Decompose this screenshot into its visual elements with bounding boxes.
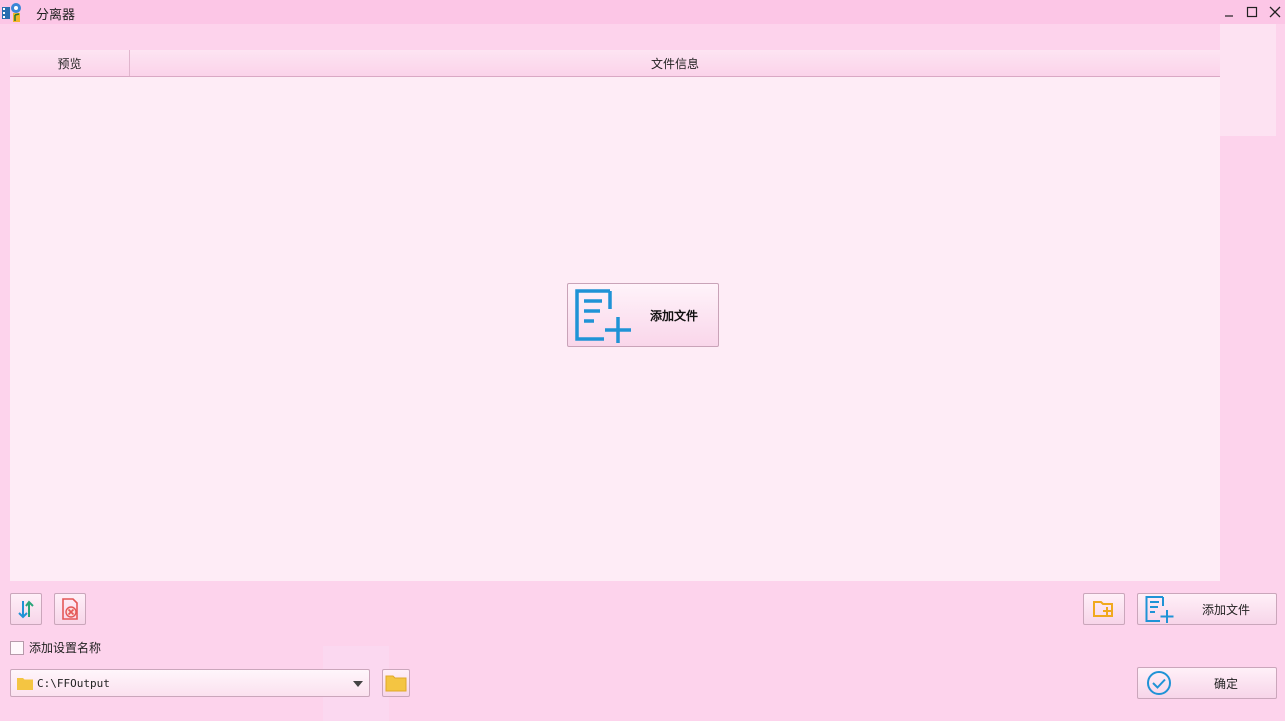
minimize-button[interactable]	[1219, 2, 1239, 22]
delete-icon	[62, 598, 78, 620]
folder-icon	[17, 678, 33, 690]
output-path-value: C:\FFOutput	[37, 676, 110, 690]
center-add-file-button[interactable]: 添加文件	[567, 283, 719, 347]
column-header: 预览 文件信息	[10, 50, 1220, 77]
add-folder-button[interactable]	[1083, 593, 1125, 625]
minimize-icon	[1225, 15, 1233, 17]
add-file-icon	[1145, 596, 1174, 623]
column-preview[interactable]: 预览	[10, 50, 130, 76]
close-button[interactable]	[1265, 2, 1285, 22]
add-file-icon	[575, 289, 631, 343]
confirm-button[interactable]: 确定	[1137, 667, 1277, 699]
side-strip	[1220, 24, 1276, 136]
add-file-label: 添加文件	[1202, 602, 1251, 617]
add-setting-name-label: 添加设置名称	[29, 641, 102, 655]
file-list-panel: 预览 文件信息 添加文件	[10, 50, 1220, 581]
add-file-button[interactable]: 添加文件	[1137, 593, 1277, 625]
center-add-file-label: 添加文件	[650, 308, 699, 323]
check-circle-icon	[1147, 671, 1171, 695]
folder-icon	[385, 675, 407, 692]
add-setting-name-option[interactable]: 添加设置名称	[10, 639, 101, 656]
browse-folder-button[interactable]	[382, 669, 410, 697]
close-icon	[1269, 6, 1281, 18]
add-setting-name-checkbox[interactable]	[10, 640, 24, 655]
add-folder-icon	[1093, 601, 1113, 617]
sort-button[interactable]	[10, 593, 42, 625]
app-icon	[2, 3, 21, 22]
sort-icon	[18, 600, 34, 619]
maximize-icon	[1246, 6, 1258, 18]
column-file-info[interactable]: 文件信息	[130, 50, 1220, 76]
delete-button[interactable]	[54, 593, 86, 625]
maximize-button[interactable]	[1242, 2, 1262, 22]
chevron-down-icon	[353, 681, 363, 687]
title-bar: 分离器	[0, 0, 1285, 24]
confirm-label: 确定	[1214, 676, 1239, 691]
window-title: 分离器	[36, 8, 76, 23]
output-path-combo[interactable]: C:\FFOutput	[10, 669, 370, 697]
